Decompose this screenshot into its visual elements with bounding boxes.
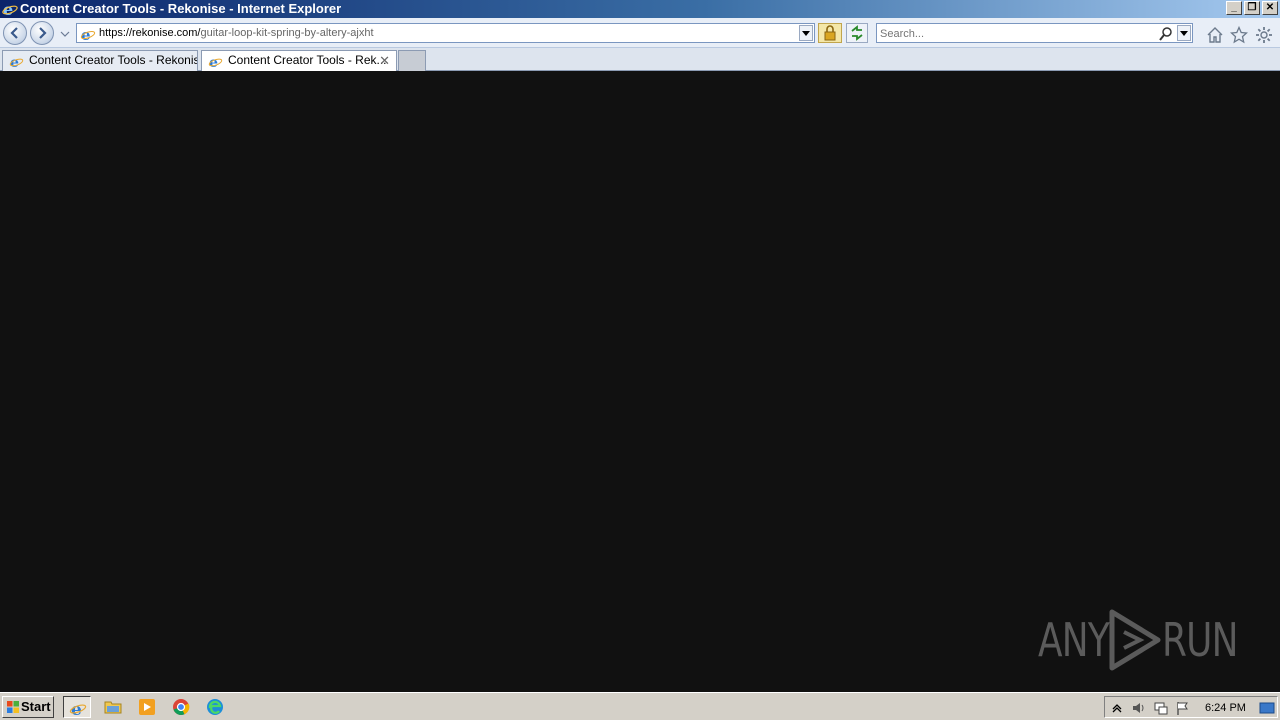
edge-icon xyxy=(207,699,223,715)
search-input[interactable] xyxy=(880,26,1150,41)
forward-icon xyxy=(39,27,47,39)
minimize-button[interactable]: _ xyxy=(1226,1,1242,15)
taskbar-media-player[interactable] xyxy=(133,696,161,718)
tab-rekonise-2[interactable]: e Content Creator Tools - Rek... ✕ xyxy=(201,50,397,71)
page-content[interactable] xyxy=(0,71,1280,692)
favorites-star-icon[interactable] xyxy=(1230,26,1248,44)
search-icon[interactable] xyxy=(1158,26,1174,42)
start-button[interactable]: Start xyxy=(2,696,54,718)
refresh-icon xyxy=(851,25,863,41)
volume-icon[interactable] xyxy=(1131,700,1147,716)
tab-label: Content Creator Tools - Rek... xyxy=(228,53,387,67)
taskbar-file-explorer[interactable] xyxy=(99,696,127,718)
address-url: https://rekonise.com/guitar-loop-kit-spr… xyxy=(99,26,374,41)
chevron-down-icon xyxy=(802,31,810,36)
search-box[interactable] xyxy=(876,23,1193,43)
refresh-button[interactable] xyxy=(846,23,868,43)
start-label: Start xyxy=(21,699,51,714)
address-bar[interactable]: e https://rekonise.com/guitar-loop-kit-s… xyxy=(76,23,815,43)
url-host: https://rekonise.com/ xyxy=(99,27,201,39)
window-title: Content Creator Tools - Rekonise - Inter… xyxy=(20,1,342,16)
taskbar: Start e 6:24 PM xyxy=(0,692,1280,720)
windows-flag-icon xyxy=(7,701,19,713)
action-center-flag-icon[interactable] xyxy=(1175,700,1191,716)
security-lock-button[interactable] xyxy=(818,23,842,43)
address-dropdown-button[interactable] xyxy=(799,25,813,41)
tab-rekonise-1[interactable]: e Content Creator Tools - Rekonise xyxy=(2,50,198,71)
home-icon[interactable] xyxy=(1206,26,1224,44)
play-logo-icon xyxy=(1109,609,1161,671)
show-desktop-icon[interactable] xyxy=(1259,700,1275,716)
back-button[interactable] xyxy=(3,21,27,45)
tab-favicon-icon: e xyxy=(9,55,24,69)
restore-button[interactable]: ❐ xyxy=(1244,1,1260,15)
new-tab-button[interactable] xyxy=(398,50,426,71)
chevron-down-icon xyxy=(1180,31,1188,36)
watermark-text-left: ANY xyxy=(1038,613,1110,667)
url-path: guitar-loop-kit-spring-by-altery-ajxht xyxy=(200,27,374,39)
taskbar-internet-explorer[interactable]: e xyxy=(63,696,91,718)
internet-explorer-icon: e xyxy=(69,700,87,717)
taskbar-clock[interactable]: 6:24 PM xyxy=(1205,700,1246,716)
network-icon[interactable] xyxy=(1153,700,1169,716)
media-player-icon xyxy=(139,699,155,715)
navigation-bar: e https://rekonise.com/guitar-loop-kit-s… xyxy=(0,18,1280,48)
close-button[interactable]: ✕ xyxy=(1262,1,1278,15)
anyrun-watermark: ANY RUN xyxy=(1038,608,1238,672)
tab-close-icon[interactable]: ✕ xyxy=(379,51,390,70)
folder-icon xyxy=(104,701,122,714)
taskbar-chrome[interactable] xyxy=(167,696,195,718)
svg-text:e: e xyxy=(81,26,91,42)
back-icon xyxy=(10,27,18,39)
tab-strip: e Content Creator Tools - Rekonise e Con… xyxy=(0,48,1280,71)
show-hidden-icons-icon[interactable] xyxy=(1109,700,1125,716)
search-dropdown-button[interactable] xyxy=(1177,25,1191,41)
watermark-text-right: RUN xyxy=(1162,613,1238,667)
tab-label: Content Creator Tools - Rekonise xyxy=(29,53,198,67)
forward-button[interactable] xyxy=(30,21,54,45)
taskbar-edge[interactable] xyxy=(201,696,229,718)
ie-logo-icon: e xyxy=(2,1,18,17)
settings-gear-icon[interactable] xyxy=(1255,26,1273,44)
tab-favicon-icon: e xyxy=(208,55,223,69)
history-dropdown-icon[interactable] xyxy=(60,29,70,39)
page-favicon-icon: e xyxy=(80,26,96,42)
system-tray: 6:24 PM xyxy=(1104,696,1278,718)
lock-icon xyxy=(824,25,836,41)
chrome-icon xyxy=(173,699,190,715)
window-titlebar[interactable]: e Content Creator Tools - Rekonise - Int… xyxy=(0,0,1280,18)
